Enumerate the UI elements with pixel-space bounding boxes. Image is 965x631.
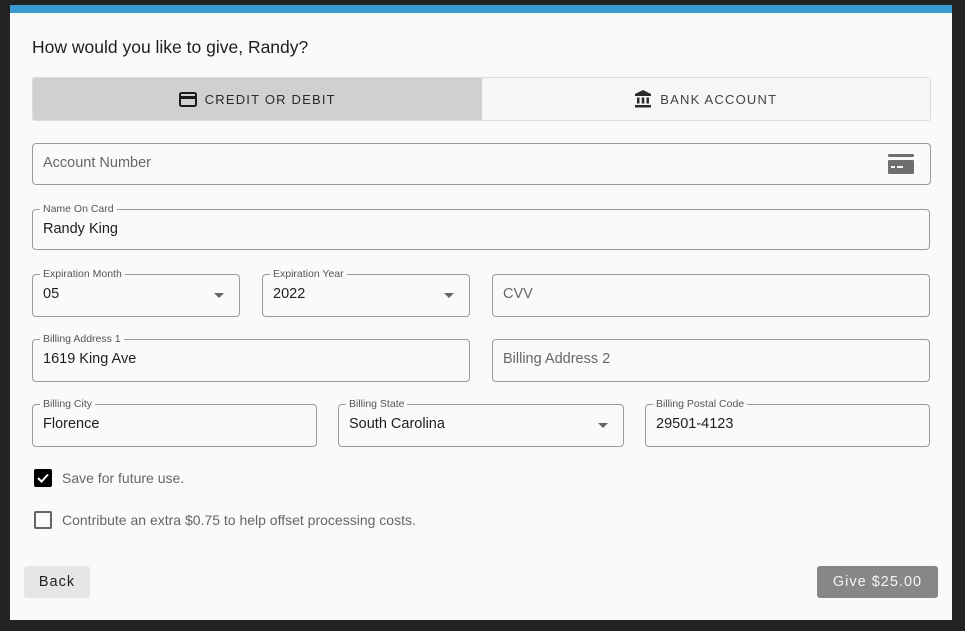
billing-city-label: Billing City — [40, 398, 96, 411]
tab-label: CREDIT OR DEBIT — [204, 91, 336, 107]
billing-address-1-label: Billing Address 1 — [40, 333, 124, 346]
tab-bank-account[interactable]: BANK ACCOUNT — [481, 78, 930, 120]
save-for-future-checkbox[interactable] — [34, 469, 52, 487]
billing-postal-code-value: 29501-4123 — [656, 416, 734, 432]
account-number-placeholder: Account Number — [43, 155, 151, 171]
name-on-card-value: Randy King — [43, 221, 118, 237]
cvv-placeholder: CVV — [503, 286, 533, 302]
billing-postal-code-label: Billing Postal Code — [653, 398, 748, 411]
give-dialog: How would you like to give, Randy? CREDI… — [10, 5, 952, 620]
name-on-card-input[interactable]: Name On Card Randy King — [32, 203, 930, 250]
chevron-down-icon — [444, 293, 454, 298]
billing-address-1-input[interactable]: Billing Address 1 1619 King Ave — [32, 333, 470, 382]
expiration-month-label: Expiration Month — [40, 268, 125, 281]
give-button[interactable]: Give $25.00 — [817, 566, 938, 598]
expiration-month-select[interactable]: Expiration Month 05 — [32, 268, 240, 317]
cover-fees-option[interactable]: Contribute an extra $0.75 to help offset… — [34, 511, 416, 529]
cover-fees-label: Contribute an extra $0.75 to help offset… — [62, 512, 416, 528]
back-button[interactable]: Back — [24, 566, 90, 598]
account-number-input[interactable]: Account Number — [32, 143, 931, 185]
billing-address-2-placeholder: Billing Address 2 — [503, 351, 611, 367]
bank-icon — [634, 90, 652, 108]
chevron-down-icon — [214, 293, 224, 298]
expiration-year-label: Expiration Year — [270, 268, 347, 281]
payment-method-tabs: CREDIT OR DEBIT BANK ACCOUNT — [32, 77, 931, 121]
name-on-card-label: Name On Card — [40, 203, 117, 216]
expiration-year-value: 2022 — [273, 286, 306, 302]
accent-bar — [10, 5, 952, 13]
tab-label: BANK ACCOUNT — [660, 91, 778, 107]
cover-fees-checkbox[interactable] — [34, 511, 52, 529]
expiration-month-value: 05 — [43, 286, 60, 302]
billing-city-input[interactable]: Billing City Florence — [32, 398, 317, 447]
billing-postal-code-input[interactable]: Billing Postal Code 29501-4123 — [645, 398, 930, 447]
page-title: How would you like to give, Randy? — [32, 37, 309, 57]
tab-credit-or-debit[interactable]: CREDIT OR DEBIT — [33, 78, 482, 120]
billing-state-label: Billing State — [346, 398, 408, 411]
credit-card-icon — [888, 154, 914, 179]
chevron-down-icon — [598, 423, 608, 428]
checkmark-icon — [37, 473, 49, 483]
credit-card-icon — [178, 91, 197, 107]
expiration-year-select[interactable]: Expiration Year 2022 — [262, 268, 470, 317]
billing-state-value: South Carolina — [349, 416, 445, 432]
billing-city-value: Florence — [43, 416, 100, 432]
save-for-future-label: Save for future use. — [62, 470, 185, 486]
save-for-future-option[interactable]: Save for future use. — [34, 469, 184, 487]
billing-state-select[interactable]: Billing State South Carolina — [338, 398, 624, 447]
cvv-input[interactable]: CVV — [492, 274, 930, 317]
billing-address-2-input[interactable]: Billing Address 2 — [492, 339, 930, 382]
billing-address-1-value: 1619 King Ave — [43, 351, 137, 367]
